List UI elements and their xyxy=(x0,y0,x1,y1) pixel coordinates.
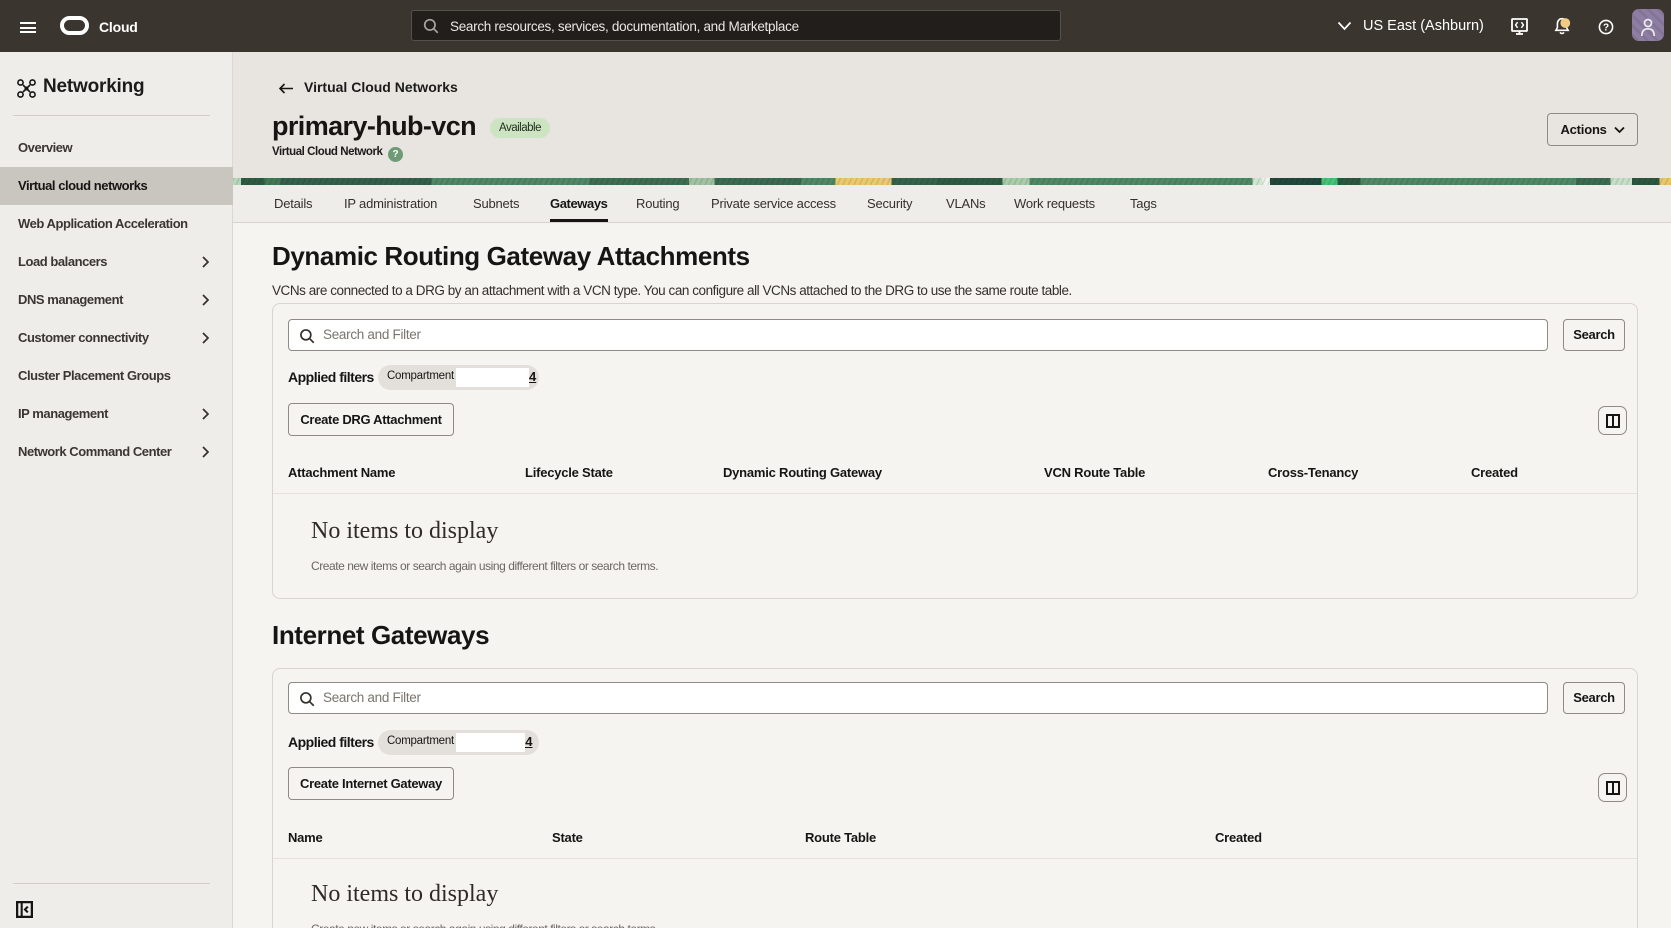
svg-text:?: ? xyxy=(1603,23,1609,34)
